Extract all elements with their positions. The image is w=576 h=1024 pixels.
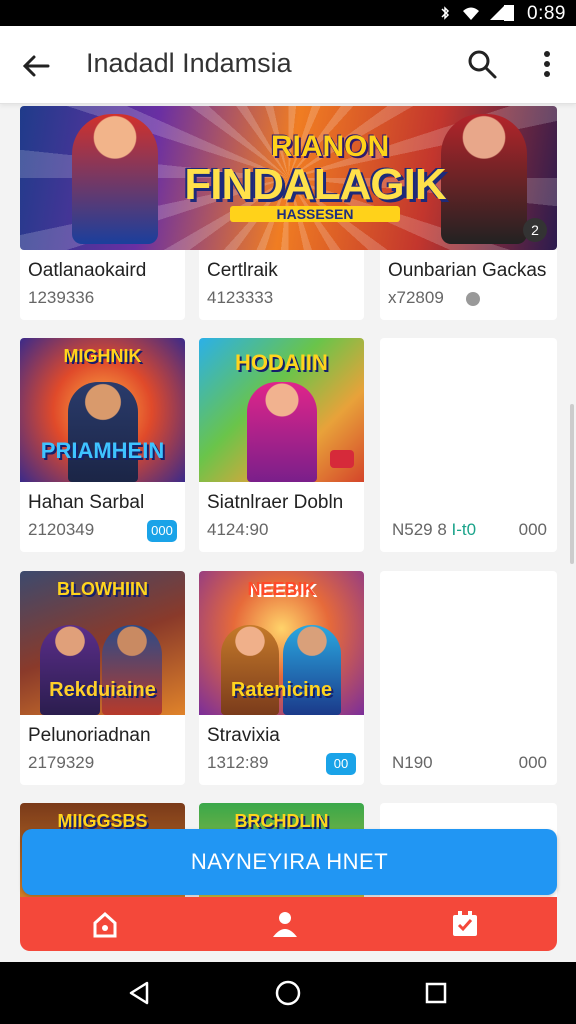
game-thumbnail: HODAIIN xyxy=(199,338,364,482)
card-title: Hahan Sarbal xyxy=(28,492,145,513)
search-icon[interactable] xyxy=(466,48,498,80)
card-title: Oatlanaokaird xyxy=(28,260,147,281)
system-nav xyxy=(0,962,576,1024)
back-triangle-icon[interactable] xyxy=(125,979,153,1007)
home-icon[interactable] xyxy=(90,909,120,939)
list-item[interactable]: HODAIIN Siatnlraer Dobln 4124:90 xyxy=(199,338,364,552)
list-item[interactable]: N190 000 xyxy=(380,571,557,785)
status-badge: 00 xyxy=(326,753,356,775)
featured-banner[interactable]: RIANON FINDALAGIK HASSESEN 2 xyxy=(20,106,557,250)
card-count: 4123333 xyxy=(207,288,274,307)
list-item[interactable]: Certlraik 4123333 xyxy=(199,250,364,320)
bluetooth-icon xyxy=(441,6,450,20)
wifi-icon xyxy=(463,7,479,20)
card-count: 1239336 xyxy=(28,288,95,307)
card-title: Pelunoriadnan xyxy=(28,725,151,746)
status-time: 0:89 xyxy=(527,3,566,24)
card-count: N190 xyxy=(392,753,433,772)
tasks-icon[interactable] xyxy=(450,909,480,939)
status-icons xyxy=(436,5,506,21)
banner-line1: RIANON xyxy=(270,130,390,163)
card-count: 2179329 xyxy=(28,753,95,772)
game-thumbnail: MIGHNIK PRIAMHEIN xyxy=(20,338,185,482)
recents-square-icon[interactable] xyxy=(422,979,450,1007)
list-item[interactable]: Ounbarian Gackas x72809 xyxy=(380,250,557,320)
list-item[interactable]: MIGHNIK PRIAMHEIN Hahan Sarbal 2120349 0… xyxy=(20,338,185,552)
app-bar: Inadadl Indamsia xyxy=(0,26,576,104)
card-count-tail: 000 xyxy=(518,753,547,772)
card-count: 2120349 xyxy=(28,520,95,539)
banner-line2: FINDALAGIK xyxy=(184,160,446,209)
banner-line3: HASSESEN xyxy=(230,206,400,222)
card-count: N529 8 I-t0 xyxy=(392,520,477,539)
hero-figure-left xyxy=(72,114,158,244)
card-title: Ounbarian Gackas xyxy=(388,260,547,281)
profile-icon[interactable] xyxy=(270,909,300,939)
more-vert-icon[interactable] xyxy=(540,48,554,80)
list-item[interactable]: NEEBIK Ratenicine Stravixia 1312:89 00 xyxy=(199,571,364,785)
home-circle-icon[interactable] xyxy=(274,979,302,1007)
arrow-left-icon[interactable] xyxy=(18,48,54,84)
card-count: 4124:90 xyxy=(207,520,269,539)
card-count-tail: 000 xyxy=(518,520,547,539)
card-title: Stravixia xyxy=(207,725,280,746)
cta-button[interactable]: NAYNEYIRA HNET xyxy=(22,829,557,895)
card-count: 1312:89 xyxy=(207,753,269,772)
page-title: Inadadl Indamsia xyxy=(86,48,292,78)
game-thumbnail: BLOWHIIN Rekduiaine xyxy=(20,571,185,715)
list-item[interactable]: Oatlanaokaird 1239336 xyxy=(20,250,185,320)
card-count: x72809 xyxy=(388,288,444,307)
card-title: Certlraik xyxy=(207,260,278,281)
list-item[interactable]: N529 8 I-t0 000 xyxy=(380,338,557,552)
status-badge: 000 xyxy=(147,520,177,542)
scrollbar[interactable] xyxy=(570,404,574,564)
status-bar: 0:89 xyxy=(0,0,576,26)
card-title: Siatnlraer Dobln xyxy=(207,492,344,513)
battery-icon xyxy=(504,5,514,21)
game-thumbnail: NEEBIK Ratenicine xyxy=(199,571,364,715)
banner-badge: 2 xyxy=(523,218,547,242)
info-icon xyxy=(466,292,480,306)
bottom-nav xyxy=(20,897,557,951)
list-item[interactable]: BLOWHIIN Rekduiaine Pelunoriadnan 217932… xyxy=(20,571,185,785)
